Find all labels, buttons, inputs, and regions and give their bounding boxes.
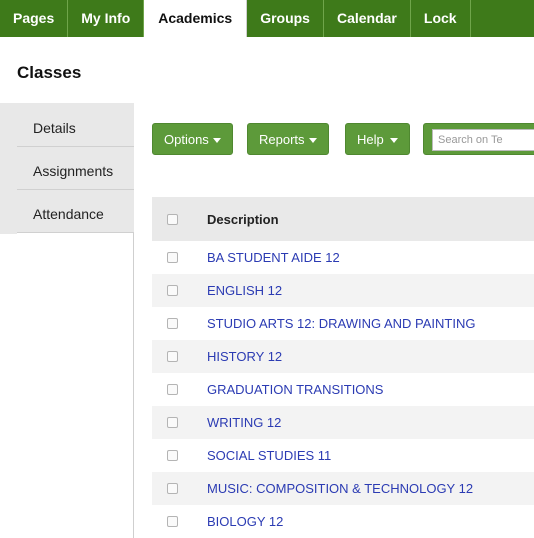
- page-title: Classes: [17, 63, 82, 82]
- class-link[interactable]: MUSIC: COMPOSITION & TECHNOLOGY 12: [207, 481, 473, 496]
- main-content: Options Reports Help Description BA STUD…: [134, 103, 534, 538]
- table-row: GRADUATION TRANSITIONS: [152, 373, 534, 406]
- class-link[interactable]: BIOLOGY 12: [207, 514, 283, 529]
- tab-calendar[interactable]: Calendar: [324, 0, 411, 37]
- class-link[interactable]: HISTORY 12: [207, 349, 282, 364]
- row-checkbox[interactable]: [167, 417, 178, 428]
- help-label: Help: [357, 132, 384, 147]
- chevron-down-icon: [389, 138, 398, 144]
- row-checkbox[interactable]: [167, 384, 178, 395]
- tab-my-info[interactable]: My Info: [68, 0, 145, 37]
- class-link[interactable]: SOCIAL STUDIES 11: [207, 448, 331, 463]
- row-checkbox[interactable]: [167, 252, 178, 263]
- table-row: MUSIC: COMPOSITION & TECHNOLOGY 12: [152, 472, 534, 505]
- top-nav: Pages My Info Academics Groups Calendar …: [0, 0, 534, 37]
- row-checkbox[interactable]: [167, 351, 178, 362]
- select-all-checkbox[interactable]: [167, 213, 178, 225]
- row-checkbox[interactable]: [167, 318, 178, 329]
- class-link[interactable]: BA STUDENT AIDE 12: [207, 250, 340, 265]
- table-row: HISTORY 12: [152, 340, 534, 373]
- row-checkbox[interactable]: [167, 516, 178, 527]
- tab-academics[interactable]: Academics: [144, 0, 248, 37]
- classes-table: Description BA STUDENT AIDE 12 ENGLISH 1…: [152, 197, 534, 538]
- class-link[interactable]: WRITING 12: [207, 415, 281, 430]
- options-button[interactable]: Options: [152, 123, 233, 155]
- side-menu: Details Assignments Attendance: [0, 103, 134, 538]
- table-row: SOCIAL STUDIES 11: [152, 439, 534, 472]
- tab-lock[interactable]: Lock: [411, 0, 471, 37]
- row-checkbox[interactable]: [167, 285, 178, 296]
- sidebar-item-attendance[interactable]: Attendance: [17, 190, 134, 233]
- chevron-down-icon: [308, 138, 317, 144]
- table-row: WRITING 12: [152, 406, 534, 439]
- search-input[interactable]: [432, 129, 534, 151]
- table-row: ENGLISH 12: [152, 274, 534, 307]
- toolbar: Options Reports Help: [134, 123, 534, 157]
- table-row: BA STUDENT AIDE 12: [152, 241, 534, 274]
- row-checkbox[interactable]: [167, 450, 178, 461]
- title-bar: Classes: [0, 37, 534, 100]
- class-link[interactable]: STUDIO ARTS 12: DRAWING AND PAINTING: [207, 316, 475, 331]
- reports-button[interactable]: Reports: [247, 123, 329, 155]
- chevron-down-icon: [212, 138, 221, 144]
- help-button[interactable]: Help: [345, 123, 410, 155]
- table-header: Description: [152, 197, 534, 241]
- sidebar-item-details[interactable]: Details: [17, 103, 134, 147]
- sidebar-item-assignments[interactable]: Assignments: [17, 147, 134, 190]
- options-label: Options: [164, 132, 209, 147]
- class-link[interactable]: GRADUATION TRANSITIONS: [207, 382, 383, 397]
- column-header-description[interactable]: Description: [207, 212, 279, 227]
- reports-label: Reports: [259, 132, 305, 147]
- search-box: [423, 123, 534, 155]
- table-row: BIOLOGY 12: [152, 505, 534, 538]
- row-checkbox[interactable]: [167, 483, 178, 494]
- tab-pages[interactable]: Pages: [0, 0, 69, 37]
- side-menu-strip: [0, 103, 17, 234]
- tab-groups[interactable]: Groups: [247, 0, 324, 37]
- class-link[interactable]: ENGLISH 12: [207, 283, 282, 298]
- table-row: STUDIO ARTS 12: DRAWING AND PAINTING: [152, 307, 534, 340]
